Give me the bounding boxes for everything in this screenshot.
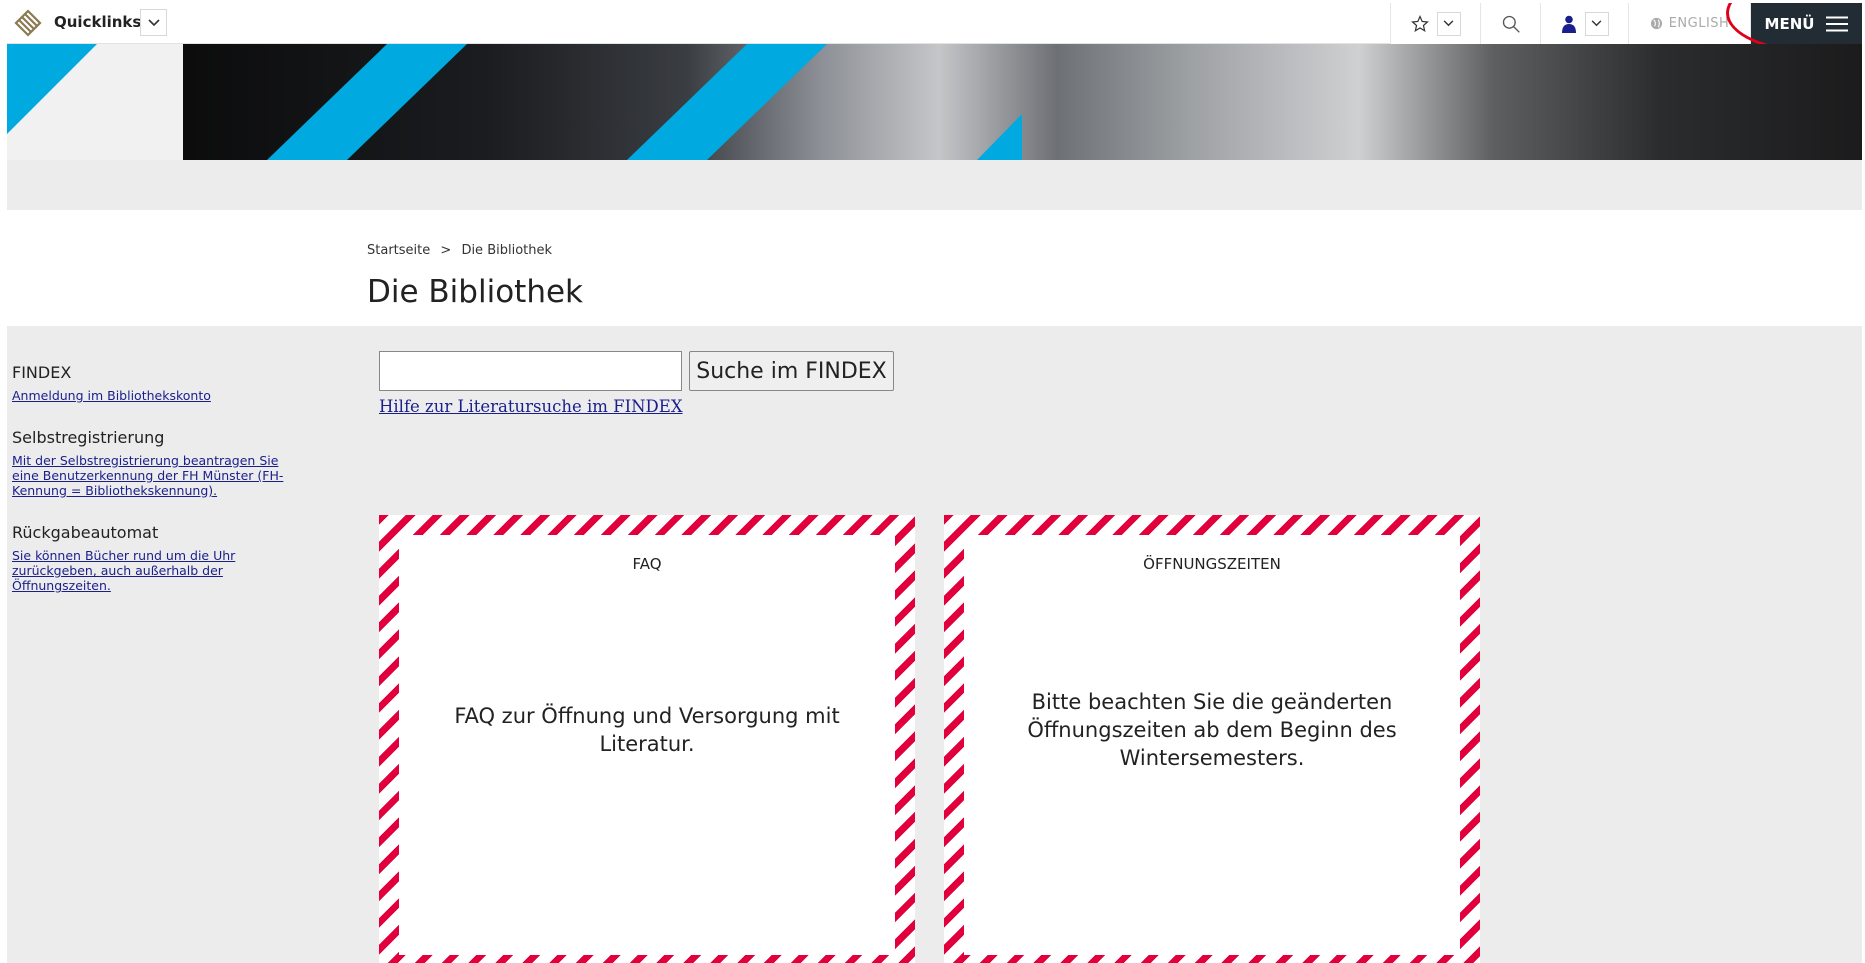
top-navigation-bar: Quicklinks ENGLISH MENÜ [7,3,1862,53]
title-section: Startseite > Die Bibliothek Die Biblioth… [7,210,1862,326]
opening-hours-card[interactable]: ÖFFNUNGSZEITEN Bitte beachten Sie die ge… [944,515,1480,963]
hero-banner [7,44,1862,160]
breadcrumb: Startseite > Die Bibliothek [367,243,558,258]
sidebar-link-return-machine[interactable]: Sie können Bücher rund um die Uhr zurück… [12,548,302,593]
page-title: Die Bibliothek [367,274,583,310]
faq-card[interactable]: FAQ FAQ zur Öffnung und Versorgung mit L… [379,515,915,963]
language-label[interactable]: ENGLISH [1669,16,1730,31]
chevron-down-icon [1591,20,1602,27]
chevron-down-icon [147,18,160,26]
sidebar-heading-findex: FINDEX [12,363,72,382]
findex-search-button[interactable]: Suche im FINDEX [689,351,894,391]
user-icon[interactable] [1561,15,1577,33]
search-icon[interactable] [1501,14,1521,34]
user-tool[interactable] [1540,3,1628,44]
globe-icon [1650,17,1662,30]
opening-hours-card-content: ÖFFNUNGSZEITEN Bitte beachten Sie die ge… [964,535,1460,955]
star-icon[interactable] [1410,14,1429,33]
chevron-down-icon [1443,20,1454,27]
breadcrumb-home[interactable]: Startseite [367,243,430,258]
findex-help-link[interactable]: Hilfe zur Literatursuche im FINDEX [379,397,683,416]
sidebar-link-account-login[interactable]: Anmeldung im Bibliothekskonto [12,388,302,403]
sidebar: FINDEX Anmeldung im Bibliothekskonto Sel… [12,363,302,618]
faq-card-content: FAQ FAQ zur Öffnung und Versorgung mit L… [399,535,895,955]
breadcrumb-current: Die Bibliothek [461,243,553,258]
hero-stripes [7,44,1022,160]
search-tool[interactable] [1480,3,1540,44]
opening-hours-card-text: Bitte beachten Sie die geänderten Öffnun… [1027,690,1397,770]
quicklinks-label[interactable]: Quicklinks [54,13,141,31]
faq-card-text: FAQ zur Öffnung und Versorgung mit Liter… [454,704,840,756]
findex-search-input[interactable] [379,351,682,391]
page-frame: Quicklinks ENGLISH MENÜ Startseite > Die… [7,3,1862,963]
favorites-tool[interactable] [1390,3,1480,44]
breadcrumb-separator: > [440,243,452,258]
sidebar-heading-self-registration: Selbstregistrierung [12,428,165,447]
favorites-dropdown-button[interactable] [1436,11,1461,36]
sidebar-link-self-registration[interactable]: Mit der Selbstregistrierung beantragen S… [12,453,302,498]
sidebar-heading-return-machine: Rückgabeautomat [12,523,159,542]
quicklinks-dropdown-button[interactable] [140,9,167,36]
user-dropdown-button[interactable] [1584,11,1609,36]
fh-logo-icon[interactable] [13,8,43,38]
